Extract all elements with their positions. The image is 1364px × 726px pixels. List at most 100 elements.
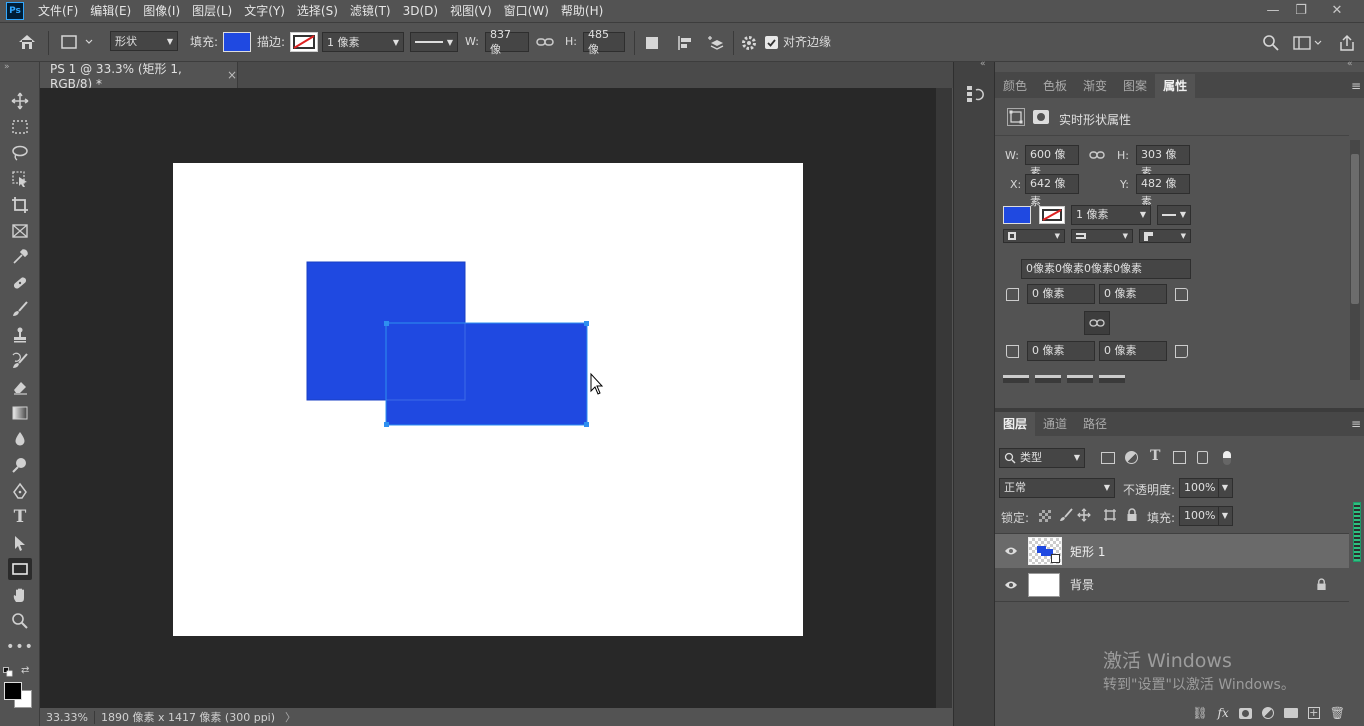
tab-color[interactable]: 颜色	[995, 74, 1035, 98]
close-tab-icon[interactable]: ×	[227, 68, 237, 82]
shape-preset-picker[interactable]	[58, 33, 98, 51]
corner-bl-field[interactable]: 0 像素	[1027, 341, 1095, 361]
menu-image[interactable]: 图像(I)	[137, 0, 186, 22]
corner-br-field[interactable]: 0 像素	[1099, 341, 1167, 361]
link-icon[interactable]	[536, 35, 554, 49]
tool-mode-select[interactable]: 形状 ▼	[110, 31, 178, 51]
move-tool-icon[interactable]	[8, 90, 32, 112]
brush-tool-icon[interactable]	[8, 298, 32, 320]
filter-shape-icon[interactable]	[1173, 451, 1186, 464]
marquee-tool-icon[interactable]	[8, 116, 32, 138]
lock-position-icon[interactable]	[1077, 508, 1091, 522]
new-layer-icon[interactable]: +	[1307, 707, 1320, 719]
tab-paths[interactable]: 路径	[1075, 412, 1115, 436]
tab-gradients[interactable]: 渐变	[1075, 74, 1115, 98]
search-icon[interactable]	[1262, 34, 1280, 52]
tab-patterns[interactable]: 图案	[1115, 74, 1155, 98]
blur-tool-icon[interactable]	[8, 428, 32, 450]
more-tools-icon[interactable]: •••	[6, 636, 33, 658]
lock-pixels-icon[interactable]	[1059, 508, 1073, 522]
menu-file[interactable]: 文件(F)	[32, 0, 84, 22]
menu-3d[interactable]: 3D(D)	[397, 0, 444, 22]
lock-artboard-icon[interactable]	[1103, 508, 1117, 522]
prop-stroke-width-field[interactable]: 1 像素 ▼	[1071, 205, 1151, 225]
fill-opacity-field[interactable]: 100% ▼	[1179, 506, 1233, 526]
gear-icon[interactable]	[741, 35, 757, 51]
filter-toggle-icon[interactable]	[1223, 451, 1231, 465]
tab-layers[interactable]: 图层	[995, 412, 1036, 436]
menu-filter[interactable]: 滤镜(T)	[344, 0, 397, 22]
collapse-dock-icon[interactable]: «	[980, 59, 986, 69]
new-adjustment-icon[interactable]	[1261, 707, 1274, 719]
path-op-intersect-icon[interactable]	[1067, 375, 1093, 383]
object-selection-tool-icon[interactable]	[8, 168, 32, 190]
zoom-tool-icon[interactable]	[8, 610, 32, 632]
stroke-corners-select[interactable]: ▼	[1139, 229, 1191, 243]
link-dimensions-icon[interactable]	[1089, 149, 1105, 161]
properties-scrollbar[interactable]	[1350, 140, 1360, 380]
properties-scroll-thumb[interactable]	[1351, 154, 1359, 304]
corner-radius-all-field[interactable]: 0像素0像素0像素0像素	[1021, 259, 1191, 279]
workspace-switcher-icon[interactable]	[1292, 34, 1322, 52]
crop-tool-icon[interactable]	[8, 194, 32, 216]
foreground-color-swatch[interactable]	[4, 682, 22, 700]
vertical-scrollbar[interactable]	[936, 88, 952, 708]
prop-stroke-type-select[interactable]: ▼	[1157, 205, 1191, 225]
rectangle-tool-icon[interactable]	[8, 558, 32, 580]
filter-pixel-icon[interactable]	[1101, 452, 1115, 464]
swap-colors-icon[interactable]: ⇄	[21, 665, 33, 677]
corner-tr-field[interactable]: 0 像素	[1099, 284, 1167, 304]
anchor-handle-tl[interactable]	[384, 321, 389, 326]
eyedropper-tool-icon[interactable]	[8, 246, 32, 268]
menu-help[interactable]: 帮助(H)	[555, 0, 609, 22]
menu-view[interactable]: 视图(V)	[444, 0, 498, 22]
stroke-width-field[interactable]: 1 像素 ▼	[322, 32, 404, 52]
mask-icon[interactable]	[1033, 110, 1049, 124]
new-group-folder-icon[interactable]	[1283, 708, 1298, 718]
filter-type-icon[interactable]: T	[1150, 448, 1160, 464]
share-icon[interactable]	[1337, 33, 1357, 53]
gradient-tool-icon[interactable]	[8, 402, 32, 424]
eraser-tool-icon[interactable]	[8, 376, 32, 398]
document-tab[interactable]: PS 1 @ 33.3% (矩形 1, RGB/8) * ×	[40, 62, 238, 91]
stroke-color-swatch[interactable]	[290, 32, 318, 52]
lock-transparency-icon[interactable]	[1039, 510, 1051, 522]
shapes-layer[interactable]	[173, 163, 803, 636]
link-layers-icon[interactable]: ⛓	[1192, 706, 1207, 720]
path-alignment-icon[interactable]	[676, 34, 694, 52]
path-operations-icon[interactable]	[644, 35, 660, 51]
blend-mode-select[interactable]: 正常 ▼	[999, 478, 1115, 498]
link-corners-button[interactable]	[1084, 311, 1110, 335]
prop-width-field[interactable]: 600 像素	[1025, 145, 1079, 179]
history-brush-tool-icon[interactable]	[8, 350, 32, 372]
path-selection-tool-icon[interactable]	[8, 532, 32, 554]
path-op-exclude-icon[interactable]	[1099, 375, 1125, 383]
tab-channels[interactable]: 通道	[1035, 412, 1075, 436]
add-mask-icon[interactable]	[1238, 707, 1252, 719]
tab-swatches[interactable]: 色板	[1035, 74, 1075, 98]
prop-height-field[interactable]: 303 像素	[1136, 145, 1190, 179]
filter-adjustment-icon[interactable]	[1125, 451, 1138, 464]
menu-select[interactable]: 选择(S)	[291, 0, 344, 22]
stroke-align-select[interactable]: ▼	[1003, 229, 1065, 243]
lasso-tool-icon[interactable]	[8, 142, 32, 164]
collapse-toolbar-icon[interactable]: »	[4, 62, 18, 72]
prop-x-field[interactable]: 642 像素	[1025, 174, 1079, 208]
fill-color-swatch[interactable]	[223, 32, 251, 52]
lock-all-icon[interactable]	[1126, 508, 1138, 522]
default-colors-icon[interactable]	[3, 666, 13, 677]
layer-name-background[interactable]: 背景	[1070, 576, 1094, 593]
tab-properties[interactable]: 属性	[1155, 74, 1196, 98]
path-arrangement-icon[interactable]	[707, 34, 727, 52]
status-menu-arrow-icon[interactable]: 〉	[281, 709, 300, 725]
dodge-tool-icon[interactable]	[8, 454, 32, 476]
path-op-subtract-icon[interactable]	[1035, 375, 1061, 383]
stroke-type-select[interactable]: ▼	[410, 32, 458, 52]
layers-scroll-thumb[interactable]	[1354, 503, 1360, 561]
menu-layer[interactable]: 图层(L)	[186, 0, 238, 22]
stroke-caps-select[interactable]: ▼	[1071, 229, 1133, 243]
healing-brush-tool-icon[interactable]	[8, 272, 32, 294]
anchor-handle-tr[interactable]	[584, 321, 589, 326]
prop-fill-swatch[interactable]	[1003, 206, 1031, 224]
collapse-right-dock-icon[interactable]: «	[1347, 59, 1353, 69]
